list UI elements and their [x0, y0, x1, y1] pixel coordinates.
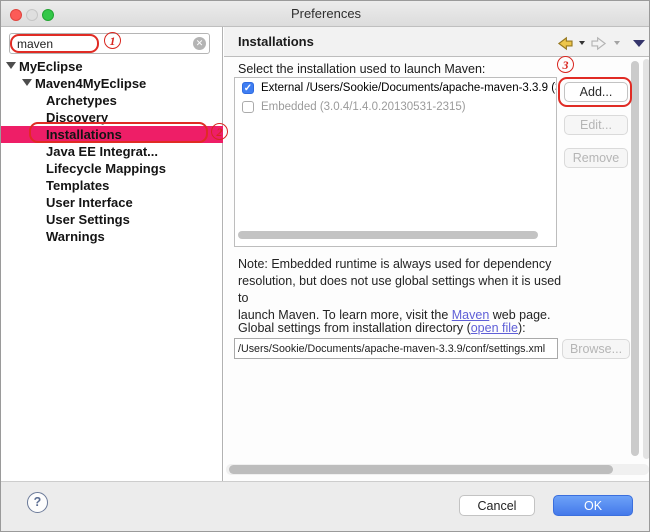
window-vertical-scrollbar-track[interactable] [643, 59, 650, 459]
page-horizontal-scrollbar[interactable] [229, 465, 613, 474]
remove-button[interactable]: Remove [564, 148, 628, 168]
preferences-window: Preferences ✕ MyEclipse Maven4MyEclipse … [0, 0, 650, 532]
sidebar-item-templates[interactable]: Templates [1, 177, 223, 194]
window-title: Preferences [1, 6, 650, 21]
back-arrow-icon[interactable] [555, 36, 574, 51]
cancel-button[interactable]: Cancel [459, 495, 535, 516]
checkbox-checked-icon[interactable]: ✓ [242, 82, 254, 94]
page-header: Installations [224, 27, 650, 57]
expand-triangle-icon[interactable] [22, 79, 32, 86]
maven-webpage-link[interactable]: Maven [452, 308, 490, 322]
forward-history-dropdown-icon[interactable] [614, 41, 620, 45]
list-horizontal-scrollbar[interactable] [238, 231, 538, 239]
view-menu-icon[interactable] [633, 40, 645, 47]
back-history-dropdown-icon[interactable] [579, 41, 585, 45]
sidebar-item-java-ee-integration[interactable]: Java EE Integrat... [1, 143, 223, 160]
help-button[interactable]: ? [27, 492, 48, 513]
page-title: Installations [238, 34, 314, 49]
add-button[interactable]: Add... [564, 82, 628, 102]
edit-button[interactable]: Edit... [564, 115, 628, 135]
sidebar-item-user-interface[interactable]: User Interface [1, 194, 223, 211]
page-vertical-scrollbar[interactable] [631, 61, 639, 456]
sidebar-item-discovery[interactable]: Discovery [1, 109, 223, 126]
dialog-footer: ? Cancel OK [1, 481, 650, 532]
forward-arrow-icon[interactable] [590, 36, 609, 51]
sidebar-item-maven4myeclipse[interactable]: Maven4MyEclipse [1, 75, 223, 92]
list-item-embedded-maven[interactable]: Embedded (3.0.4/1.4.0.20130531-2315) [235, 99, 556, 116]
sidebar-item-installations[interactable]: Installations [1, 126, 223, 143]
global-settings-path-field[interactable] [234, 338, 558, 359]
clear-search-icon[interactable]: ✕ [193, 37, 206, 50]
sidebar-item-myeclipse[interactable]: MyEclipse [1, 58, 223, 75]
sidebar-item-archetypes[interactable]: Archetypes [1, 92, 223, 109]
checkbox-unchecked-icon[interactable] [242, 101, 254, 113]
installations-list[interactable]: ✓ External /Users/Sookie/Documents/apach… [234, 77, 557, 247]
list-item-external-maven[interactable]: ✓ External /Users/Sookie/Documents/apach… [235, 80, 556, 97]
global-settings-label: Global settings from installation direct… [238, 321, 526, 335]
preferences-sidebar: ✕ MyEclipse Maven4MyEclipse Archetypes D… [1, 27, 223, 481]
embedded-runtime-note: Note: Embedded runtime is always used fo… [238, 256, 568, 324]
open-file-link[interactable]: open file [471, 321, 518, 335]
title-bar: Preferences [1, 1, 650, 27]
sidebar-item-user-settings[interactable]: User Settings [1, 211, 223, 228]
browse-button[interactable]: Browse... [562, 339, 630, 359]
ok-button[interactable]: OK [553, 495, 633, 516]
filter-search-input[interactable] [9, 33, 210, 54]
select-installation-label: Select the installation used to launch M… [238, 62, 485, 76]
preferences-tree: MyEclipse Maven4MyEclipse Archetypes Dis… [1, 58, 223, 245]
sidebar-item-lifecycle-mappings[interactable]: Lifecycle Mappings [1, 160, 223, 177]
expand-triangle-icon[interactable] [6, 62, 16, 69]
installations-page: Installations Select the installation us… [224, 27, 650, 481]
sidebar-item-warnings[interactable]: Warnings [1, 228, 223, 245]
